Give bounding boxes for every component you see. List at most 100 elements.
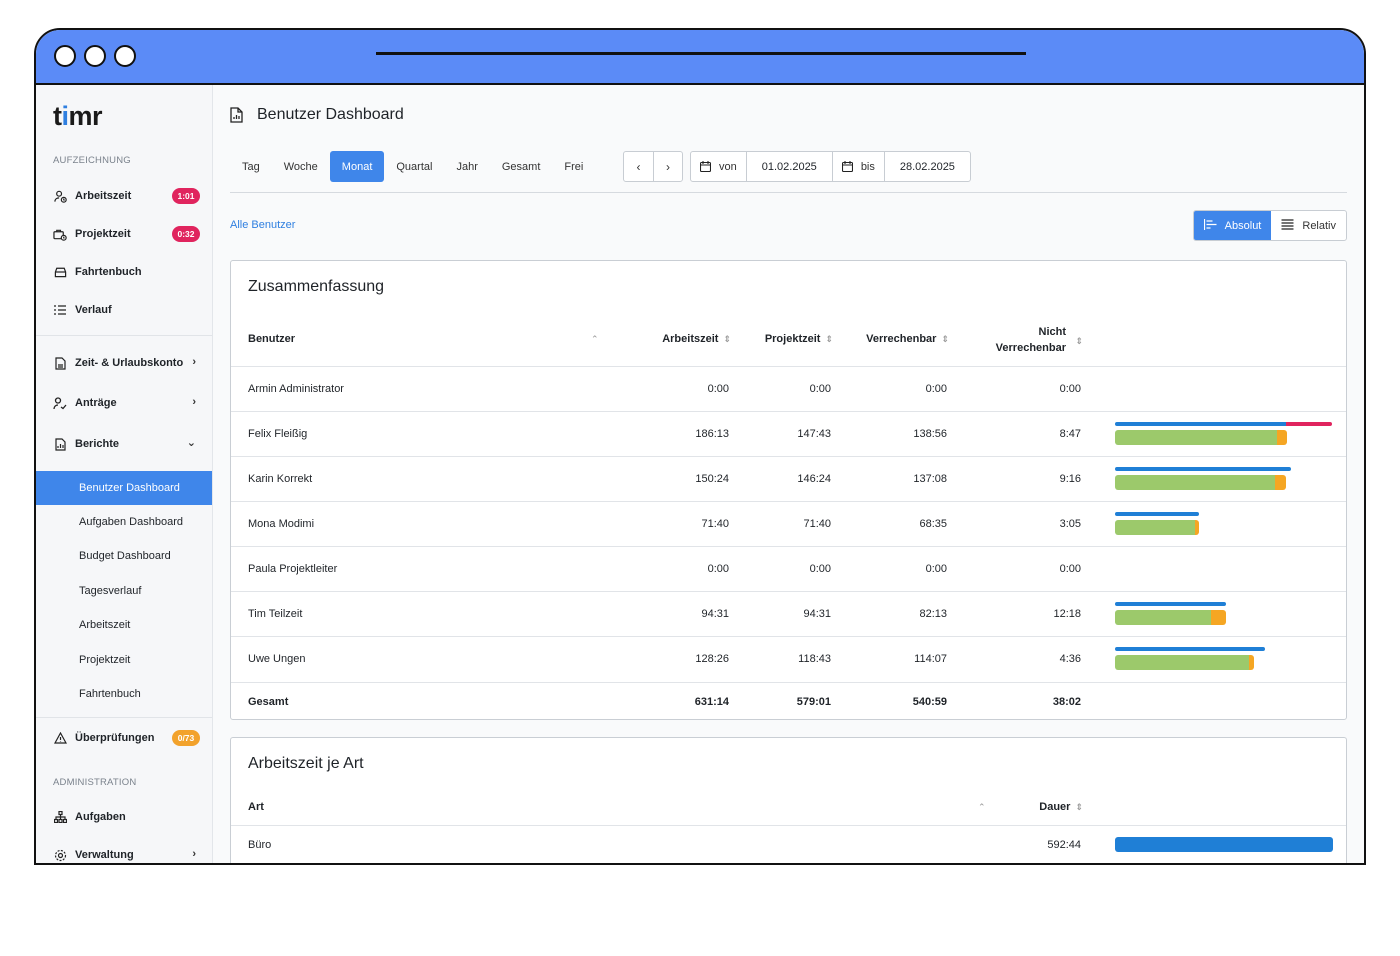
all-users-link[interactable]: Alle Benutzer <box>230 219 295 231</box>
sidebar-report-benutzer-dashboard[interactable]: Benutzer Dashboard <box>36 471 212 505</box>
chevron-right-icon: › <box>192 356 196 368</box>
window-close-button[interactable] <box>54 45 76 67</box>
arbeitszeit-badge: 1:01 <box>172 188 200 204</box>
sidebar-item-aufgaben[interactable]: Aufgaben <box>36 802 212 832</box>
sidebar-item-berichte[interactable]: Berichte ⌄ <box>36 429 212 459</box>
column-header-duration[interactable]: Dauer ⇕ <box>991 801 1083 813</box>
cell-project: 71:40 <box>803 518 831 530</box>
billable-bar <box>1115 520 1199 535</box>
billable-bar <box>1115 475 1287 490</box>
cell-work: 0:00 <box>707 383 729 395</box>
cell-project: 0:00 <box>809 383 831 395</box>
billable-bar <box>1115 610 1226 625</box>
nonbillable-bar-segment <box>1248 655 1255 670</box>
user-clock-icon <box>53 189 67 203</box>
column-header-project[interactable]: Projektzeit ⇕ <box>711 333 833 345</box>
work-time-bar-segment <box>1115 467 1292 471</box>
tab-frei[interactable]: Frei <box>552 151 595 182</box>
tab-jahr[interactable]: Jahr <box>444 151 489 182</box>
period-tabs: Tag Woche Monat Quartal Jahr Gesamt Frei <box>230 151 595 182</box>
tab-tag[interactable]: Tag <box>230 151 272 182</box>
chevron-right-icon: › <box>192 396 196 408</box>
hierarchy-icon <box>53 810 67 824</box>
sidebar-item-projektzeit[interactable]: Projektzeit 0:32 <box>36 219 212 249</box>
from-date-button[interactable]: von <box>691 152 747 181</box>
window-minimize-button[interactable] <box>84 45 106 67</box>
sidebar-report-projektzeit[interactable]: Projektzeit <box>36 643 212 677</box>
sidebar-report-fahrtenbuch[interactable]: Fahrtenbuch <box>36 677 212 711</box>
tab-woche[interactable]: Woche <box>272 151 330 182</box>
cell-project: 0:00 <box>809 563 831 575</box>
sidebar-report-arbeitszeit[interactable]: Arbeitszeit <box>36 608 212 642</box>
column-header-nonbillable[interactable]: Nicht Verrechenbar ⇕ <box>971 324 1083 356</box>
sidebar-report-tagesverlauf[interactable]: Tagesverlauf <box>36 574 212 608</box>
relative-view-button[interactable]: Relativ <box>1271 211 1346 240</box>
work-time-bar-segment <box>1115 647 1266 651</box>
table-row[interactable]: Karin Korrekt 150:24 146:24 137:08 9:16 <box>231 456 1346 501</box>
sidebar-item-antraege[interactable]: Anträge › <box>36 388 212 418</box>
sort-ascending-icon[interactable]: ⌃ <box>978 802 986 813</box>
sidebar-item-zeitkonto[interactable]: Zeit- & Urlaubskonto › <box>36 348 212 378</box>
sidebar-report-budget-dashboard[interactable]: Budget Dashboard <box>36 539 212 573</box>
table-row[interactable]: Felix Fleißig 186:13 147:43 138:56 8:47 <box>231 411 1346 456</box>
billable-bar-segment <box>1115 430 1277 445</box>
table-row[interactable]: Uwe Ungen 128:26 118:43 114:07 4:36 <box>231 636 1346 681</box>
cell-work: 128:26 <box>695 653 729 665</box>
work-time-bar <box>1115 647 1266 651</box>
cell-project: 94:31 <box>803 608 831 620</box>
nonbillable-bar-segment <box>1275 475 1287 490</box>
sidebar-item-fahrtenbuch[interactable]: Fahrtenbuch <box>36 257 212 287</box>
time-bar <box>1115 512 1335 538</box>
projektzeit-badge: 0:32 <box>172 226 200 242</box>
cell-project: 146:24 <box>797 473 831 485</box>
absolute-view-button[interactable]: Absolut <box>1193 211 1272 240</box>
nonbillable-bar-segment <box>1195 520 1199 535</box>
duration-bar-segment <box>1115 837 1333 852</box>
to-date-button[interactable]: bis <box>833 152 885 181</box>
main-content: Benutzer Dashboard Tag Woche Monat Quart… <box>213 85 1364 863</box>
chevron-left-icon: ‹ <box>636 159 641 174</box>
column-header-billable[interactable]: Verrechenbar ⇕ <box>831 333 949 345</box>
window-titlebar <box>36 30 1364 85</box>
from-date-field[interactable]: 01.02.2025 <box>747 152 833 181</box>
table-row[interactable]: Mona Modimi 71:40 71:40 68:35 3:05 <box>231 501 1346 546</box>
duration-bar-fill <box>1115 837 1333 852</box>
nonbillable-bar-segment <box>1211 610 1226 625</box>
next-period-button[interactable]: › <box>653 152 682 181</box>
chevron-right-icon: › <box>666 159 670 174</box>
sort-icon: ⇕ <box>1075 802 1083 812</box>
chevron-down-icon: ⌄ <box>186 437 196 449</box>
cell-user: Paula Projektleiter <box>248 563 338 575</box>
sidebar-item-arbeitszeit[interactable]: Arbeitszeit 1:01 <box>36 181 212 211</box>
header-divider <box>230 192 1347 193</box>
sidebar-item-verwaltung[interactable]: Verwaltung › <box>36 840 212 863</box>
tab-quartal[interactable]: Quartal <box>384 151 444 182</box>
view-toggle: Absolut Relativ <box>1192 210 1347 241</box>
tab-gesamt[interactable]: Gesamt <box>490 151 553 182</box>
page-title: Benutzer Dashboard <box>257 106 404 123</box>
cell-user: Karin Korrekt <box>248 473 313 485</box>
column-header-type[interactable]: Art <box>248 801 264 813</box>
table-row[interactable]: Armin Administrator 0:00 0:00 0:00 0:00 <box>231 366 1346 411</box>
gear-icon <box>53 848 67 862</box>
table-row[interactable]: Paula Projektleiter 0:00 0:00 0:00 0:00 <box>231 546 1346 591</box>
sidebar-report-aufgaben-dashboard[interactable]: Aufgaben Dashboard <box>36 505 212 539</box>
previous-period-button[interactable]: ‹ <box>624 152 653 181</box>
address-bar[interactable] <box>376 52 1026 55</box>
billable-bar-segment <box>1115 475 1276 490</box>
cell-billable: 114:07 <box>914 653 947 665</box>
column-header-user[interactable]: Benutzer <box>248 333 295 345</box>
sort-ascending-icon[interactable]: ⌃ <box>591 334 599 345</box>
app-logo[interactable]: timr <box>53 101 103 132</box>
sidebar-item-ueberpruefungen[interactable]: Überprüfungen 0/73 <box>36 723 212 753</box>
cell-nonbillable: 12:18 <box>1053 608 1081 620</box>
time-bar <box>1115 467 1335 493</box>
window-maximize-button[interactable] <box>114 45 136 67</box>
table-row[interactable]: Tim Teilzeit 94:31 94:31 82:13 12:18 <box>231 591 1346 636</box>
to-date-field[interactable]: 28.02.2025 <box>885 152 970 181</box>
user-request-icon <box>53 396 67 410</box>
table-total-row: Gesamt 631:14 579:01 540:59 38:02 <box>231 682 1346 720</box>
calendar-icon <box>841 161 853 172</box>
sidebar-item-verlauf[interactable]: Verlauf <box>36 295 212 325</box>
tab-monat[interactable]: Monat <box>329 151 385 182</box>
